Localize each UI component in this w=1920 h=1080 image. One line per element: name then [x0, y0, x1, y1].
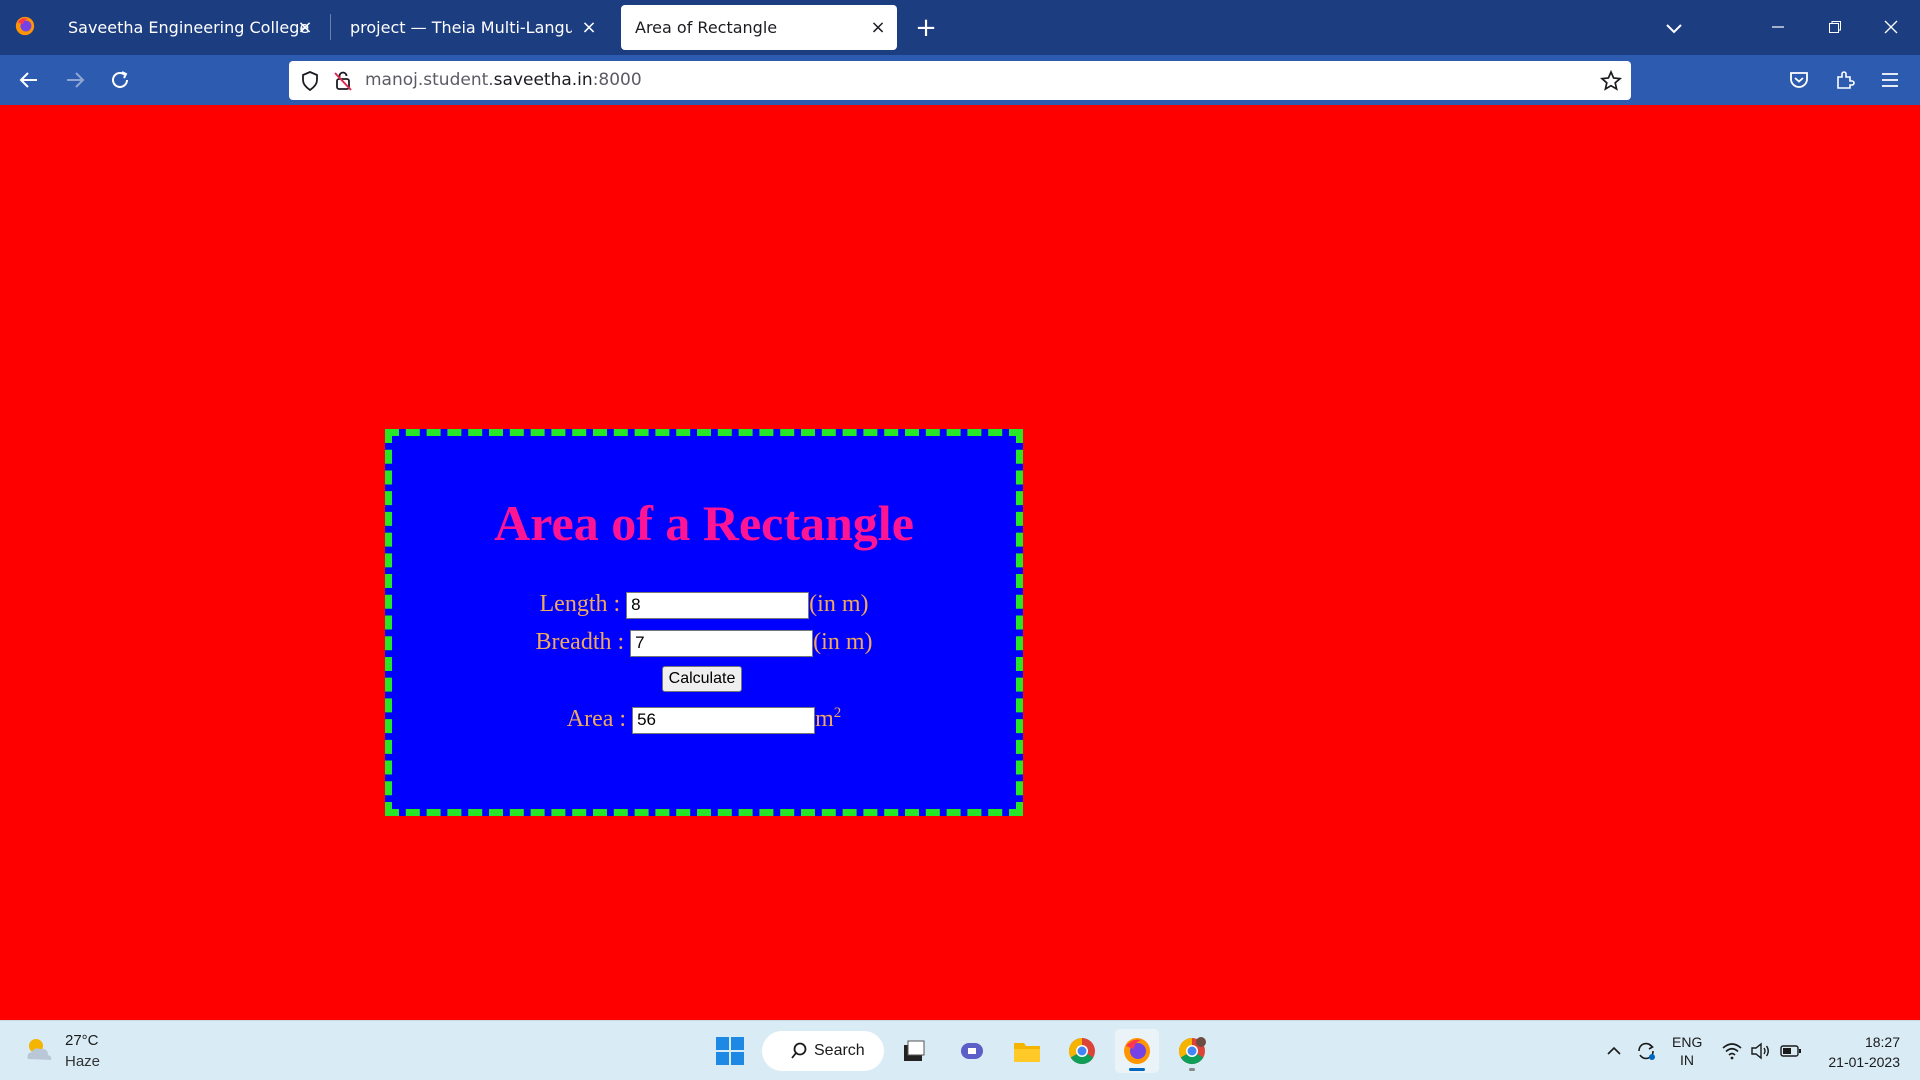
file-explorer-icon[interactable]: [1005, 1029, 1049, 1073]
url-host: manoj.student.: [365, 70, 494, 90]
active-app-indicator: [1129, 1068, 1145, 1071]
length-unit: (in m): [809, 591, 869, 617]
volume-icon[interactable]: [1748, 1031, 1772, 1071]
extensions-icon[interactable]: [1828, 63, 1862, 97]
breadth-unit: (in m): [813, 629, 873, 655]
area-row: Area : m2: [392, 706, 1016, 734]
tab-title: Area of Rectangle: [635, 18, 778, 37]
weather-description[interactable]: Haze: [65, 1053, 100, 1070]
region-code: IN: [1680, 1052, 1694, 1068]
reload-icon[interactable]: [103, 63, 137, 97]
breadth-input[interactable]: [630, 629, 814, 657]
breadth-row: Breadth : (in m): [392, 629, 1016, 657]
chrome-icon[interactable]: [1060, 1029, 1104, 1073]
firefox-taskbar-icon[interactable]: [1115, 1029, 1159, 1073]
area-unit-base: m: [815, 706, 834, 732]
area-output[interactable]: [632, 706, 816, 734]
length-label: Length :: [539, 591, 621, 617]
page-viewport: Area of a Rectangle Length : (in m) Brea…: [0, 105, 1920, 1020]
browser-tab-bar: Saveetha Engineering College × project —…: [0, 0, 1920, 55]
chevron-down-icon[interactable]: [1660, 14, 1688, 42]
restore-icon[interactable]: [1812, 10, 1858, 44]
bookmark-star-icon[interactable]: [1599, 69, 1623, 93]
running-app-indicator: [1189, 1068, 1195, 1071]
close-window-icon[interactable]: [1868, 10, 1914, 44]
length-input[interactable]: [626, 591, 810, 619]
clock-date: 21-01-2023: [1828, 1054, 1900, 1070]
taskbar-search-box[interactable]: Search: [762, 1031, 884, 1071]
url-bar[interactable]: manoj.student.saveetha.in:8000: [289, 61, 1631, 100]
wifi-icon[interactable]: [1720, 1031, 1744, 1071]
weather-temperature[interactable]: 27°C: [65, 1032, 99, 1049]
clock-time: 18:27: [1864, 1034, 1900, 1050]
shield-icon[interactable]: [298, 69, 322, 93]
minimize-icon[interactable]: [1755, 10, 1801, 44]
forward-icon[interactable]: [58, 63, 92, 97]
tab-title: Saveetha Engineering College: [68, 18, 310, 37]
firefox-menu-icon[interactable]: [14, 15, 36, 37]
hamburger-menu-icon[interactable]: [1873, 63, 1907, 97]
tab-saveetha[interactable]: Saveetha Engineering College ×: [54, 5, 324, 50]
battery-icon[interactable]: [1778, 1031, 1804, 1071]
area-unit-exponent: 2: [833, 705, 842, 721]
search-icon: [791, 1042, 807, 1059]
sync-icon[interactable]: [1632, 1031, 1660, 1071]
tab-area-of-rectangle[interactable]: Area of Rectangle ×: [621, 5, 897, 50]
close-tab-icon[interactable]: ×: [867, 16, 889, 38]
system-clock[interactable]: 18:27 21-01-2023: [1818, 1032, 1900, 1072]
show-hidden-icons-icon[interactable]: [1602, 1031, 1626, 1071]
tab-title: project — Theia Multi-Language Ex: [350, 18, 572, 37]
breadth-label: Breadth :: [535, 629, 625, 655]
length-row: Length : (in m): [392, 591, 1016, 619]
page-title: Area of a Rectangle: [494, 495, 914, 551]
calculate-button[interactable]: Calculate: [662, 666, 742, 692]
close-tab-icon[interactable]: ×: [294, 16, 316, 38]
language-indicator[interactable]: ENG IN: [1672, 1033, 1702, 1069]
search-label: Search: [814, 1042, 865, 1059]
close-tab-icon[interactable]: ×: [578, 16, 600, 38]
windows-taskbar: 27°C Haze Search ENG IN 18:27 21-01-2023: [0, 1020, 1920, 1080]
weather-haze-icon[interactable]: [22, 1035, 56, 1065]
new-tab-icon[interactable]: +: [912, 14, 940, 42]
windows-start-icon[interactable]: [708, 1029, 752, 1073]
language-code: ENG: [1672, 1034, 1703, 1050]
area-unit: m2: [815, 705, 842, 733]
url-port: :8000: [592, 70, 642, 90]
insecure-lock-icon[interactable]: [331, 69, 355, 93]
browser-navigation-bar: manoj.student.saveetha.in:8000: [0, 55, 1920, 105]
task-view-icon[interactable]: [892, 1029, 936, 1073]
url-text[interactable]: manoj.student.saveetha.in:8000: [365, 70, 642, 90]
pocket-icon[interactable]: [1782, 63, 1816, 97]
back-icon[interactable]: [12, 63, 46, 97]
area-calculator-card: Area of a Rectangle Length : (in m) Brea…: [385, 429, 1023, 816]
chrome-profile-icon[interactable]: [1170, 1029, 1214, 1073]
tab-theia-project[interactable]: project — Theia Multi-Language Ex ×: [336, 5, 608, 50]
url-domain: saveetha.in: [493, 70, 593, 90]
tab-separator: [330, 14, 331, 40]
area-label: Area :: [566, 706, 627, 732]
teams-chat-icon[interactable]: [950, 1029, 994, 1073]
